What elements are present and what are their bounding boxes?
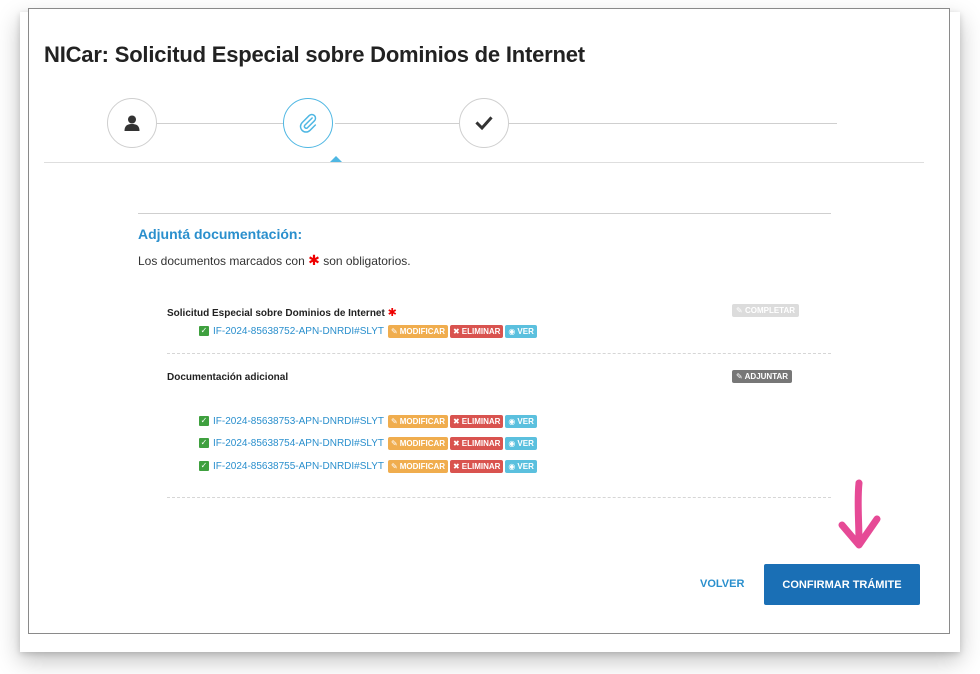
stepper-line	[509, 123, 837, 124]
required-star-icon: ✱	[308, 252, 320, 268]
eye-icon: ◉	[508, 326, 516, 336]
file-link[interactable]: IF-2024-85638754-APN-DNRDI#SLYT	[213, 438, 384, 449]
pencil-icon: ✎	[736, 306, 743, 315]
file-row: ✓ IF-2024-85638753-APN-DNRDI#SLYT ✎ MODIF…	[199, 414, 537, 428]
step-attach[interactable]	[283, 98, 333, 148]
checkbox-checked-icon: ✓	[199, 438, 209, 448]
modify-button[interactable]: ✎ MODIFICAR	[388, 414, 449, 428]
required-note: Los documentos marcados con ✱ son obliga…	[138, 252, 411, 269]
complete-button[interactable]: ✎ COMPLETAR	[732, 304, 800, 317]
close-icon: ✖	[453, 438, 460, 448]
checkbox-checked-icon: ✓	[199, 416, 209, 426]
arrow-down-icon	[838, 479, 881, 549]
view-label: VER	[517, 461, 534, 471]
paperclip-icon	[299, 113, 317, 133]
step-confirm[interactable]	[459, 98, 509, 148]
document-separator	[167, 497, 831, 498]
attach-button-label: ADJUNTAR	[744, 372, 789, 381]
delete-label: ELIMINAR	[461, 326, 501, 336]
view-button[interactable]: ◉ VER	[505, 324, 537, 338]
attach-button[interactable]: ✎ ADJUNTAR	[732, 370, 793, 383]
required-note-text: son obligatorios.	[323, 254, 411, 268]
pencil-icon: ✎	[391, 326, 398, 336]
modify-button[interactable]: ✎ MODIFICAR	[388, 324, 449, 338]
eye-icon: ◉	[508, 438, 516, 448]
eye-icon: ◉	[508, 416, 516, 426]
delete-label: ELIMINAR	[461, 416, 501, 426]
pencil-icon: ✎	[391, 461, 398, 471]
modify-button[interactable]: ✎ MODIFICAR	[388, 459, 449, 473]
stepper-divider	[44, 162, 924, 163]
close-icon: ✖	[453, 326, 460, 336]
tag-icon: ✎	[736, 372, 743, 381]
modify-button[interactable]: ✎ MODIFICAR	[388, 436, 449, 450]
document-title: Documentación adicional	[167, 372, 289, 383]
view-button[interactable]: ◉ VER	[505, 436, 537, 450]
file-link[interactable]: IF-2024-85638752-APN-DNRDI#SLYT	[213, 326, 384, 337]
user-icon	[124, 115, 140, 131]
modify-label: MODIFICAR	[399, 438, 446, 448]
view-label: VER	[517, 438, 534, 448]
view-button[interactable]: ◉ VER	[505, 414, 537, 428]
file-link[interactable]: IF-2024-85638753-APN-DNRDI#SLYT	[213, 416, 384, 427]
close-icon: ✖	[453, 461, 460, 471]
pencil-icon: ✎	[391, 438, 398, 448]
checkmark-icon	[475, 116, 493, 131]
page-title: NICar: Solicitud Especial sobre Dominios…	[44, 42, 585, 67]
delete-label: ELIMINAR	[461, 461, 501, 471]
view-button[interactable]: ◉ VER	[505, 459, 537, 473]
delete-label: ELIMINAR	[461, 438, 501, 448]
checkbox-checked-icon: ✓	[199, 326, 209, 336]
view-label: VER	[517, 416, 534, 426]
file-link[interactable]: IF-2024-85638755-APN-DNRDI#SLYT	[213, 461, 384, 472]
step-user[interactable]	[107, 98, 157, 148]
pencil-icon: ✎	[391, 416, 398, 426]
eye-icon: ◉	[508, 461, 516, 471]
file-row: ✓ IF-2024-85638754-APN-DNRDI#SLYT ✎ MODIF…	[199, 436, 537, 450]
back-button[interactable]: VOLVER	[700, 578, 744, 590]
delete-button[interactable]: ✖ ELIMINAR	[450, 414, 504, 428]
complete-button-label: COMPLETAR	[744, 306, 796, 315]
view-label: VER	[517, 326, 534, 336]
delete-button[interactable]: ✖ ELIMINAR	[450, 436, 504, 450]
file-row: ✓ IF-2024-85638755-APN-DNRDI#SLYT ✎ MODIF…	[199, 459, 537, 473]
procedure-card: NICar: Solicitud Especial sobre Dominios…	[28, 8, 950, 634]
section-heading: Adjuntá documentación:	[138, 226, 303, 242]
modify-label: MODIFICAR	[399, 461, 446, 471]
required-note-text: Los documentos marcados con	[138, 254, 305, 268]
modify-label: MODIFICAR	[399, 416, 446, 426]
modify-label: MODIFICAR	[399, 326, 446, 336]
document-title: Solicitud Especial sobre Dominios de Int…	[167, 306, 397, 319]
delete-button[interactable]: ✖ ELIMINAR	[450, 324, 504, 338]
section-rule	[138, 213, 831, 214]
checkbox-checked-icon: ✓	[199, 461, 209, 471]
document-separator	[167, 353, 831, 354]
close-icon: ✖	[453, 416, 460, 426]
file-row: ✓ IF-2024-85638752-APN-DNRDI#SLYT ✎ MODIF…	[199, 324, 537, 338]
delete-button[interactable]: ✖ ELIMINAR	[450, 459, 504, 473]
stepper-line	[335, 123, 465, 124]
confirm-button[interactable]: CONFIRMAR TRÁMITE	[764, 564, 920, 605]
document-title-text: Solicitud Especial sobre Dominios de Int…	[167, 308, 385, 319]
required-star-icon: ✱	[387, 307, 397, 319]
